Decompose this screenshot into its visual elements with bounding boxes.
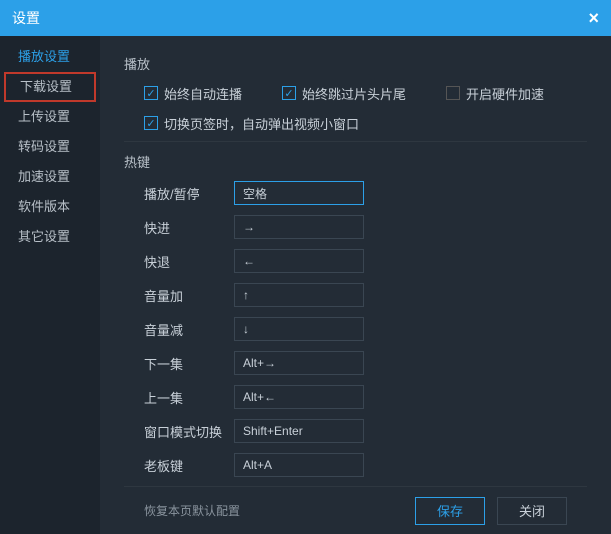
checkbox-icon: ✓	[144, 86, 158, 100]
close-button[interactable]: 关闭	[497, 497, 567, 525]
hotkey-input-next[interactable]	[234, 351, 364, 375]
playback-checks: ✓ 始终自动连播 ✓ 始终跳过片头片尾 开启硬件加速 ✓ 切换页签时，自动弹出视…	[124, 81, 587, 135]
hotkey-label: 上一集	[144, 388, 234, 407]
restore-defaults-link[interactable]: 恢复本页默认配置	[144, 502, 240, 519]
hotkey-label: 窗口模式切换	[144, 422, 234, 441]
section-title-playback: 播放	[124, 54, 587, 73]
check-label: 始终自动连播	[164, 84, 242, 103]
hotkey-input-boss[interactable]	[234, 453, 364, 477]
main-panel: 播放 ✓ 始终自动连播 ✓ 始终跳过片头片尾 开启硬件加速	[100, 36, 611, 534]
hotkey-row-prev: 上一集	[144, 383, 587, 411]
sidebar-item-download[interactable]: 下载设置	[4, 72, 96, 102]
hotkey-input-window-mode[interactable]	[234, 419, 364, 443]
check-label: 始终跳过片头片尾	[302, 84, 406, 103]
checkbox-icon: ✓	[282, 86, 296, 100]
window-body: 播放设置 下载设置 上传设置 转码设置 加速设置 软件版本 其它设置 播放 ✓ …	[0, 36, 611, 534]
sidebar: 播放设置 下载设置 上传设置 转码设置 加速设置 软件版本 其它设置	[0, 36, 100, 534]
divider	[124, 141, 587, 142]
check-skip-intro[interactable]: ✓ 始终跳过片头片尾	[282, 81, 406, 105]
content: 播放 ✓ 始终自动连播 ✓ 始终跳过片头片尾 开启硬件加速	[124, 54, 587, 486]
titlebar: 设置 ×	[0, 0, 611, 36]
hotkey-input-vol-down[interactable]	[234, 317, 364, 341]
hotkey-input-play-pause[interactable]	[234, 181, 364, 205]
hotkey-input-back[interactable]	[234, 249, 364, 273]
hotkey-label: 快退	[144, 252, 234, 271]
check-label: 切换页签时，自动弹出视频小窗口	[164, 114, 359, 133]
hotkey-row-vol-down: 音量减	[144, 315, 587, 343]
footer-buttons: 保存 关闭	[415, 497, 567, 525]
hotkey-row-window-mode: 窗口模式切换	[144, 417, 587, 445]
hotkey-row-back: 快退	[144, 247, 587, 275]
sidebar-item-other[interactable]: 其它设置	[0, 222, 100, 252]
window-title: 设置	[12, 8, 40, 28]
settings-window: 设置 × 播放设置 下载设置 上传设置 转码设置 加速设置 软件版本 其它设置 …	[0, 0, 611, 534]
save-button[interactable]: 保存	[415, 497, 485, 525]
hotkey-label: 播放/暂停	[144, 184, 234, 203]
check-pip[interactable]: ✓ 切换页签时，自动弹出视频小窗口	[144, 111, 359, 135]
check-auto-continue[interactable]: ✓ 始终自动连播	[144, 81, 242, 105]
hotkey-label: 快进	[144, 218, 234, 237]
sidebar-item-accel[interactable]: 加速设置	[0, 162, 100, 192]
hotkey-label: 音量减	[144, 320, 234, 339]
sidebar-item-transcode[interactable]: 转码设置	[0, 132, 100, 162]
check-hw-accel[interactable]: 开启硬件加速	[446, 81, 544, 105]
sidebar-item-playback[interactable]: 播放设置	[0, 42, 100, 72]
close-icon[interactable]: ×	[588, 8, 599, 29]
hotkey-label: 音量加	[144, 286, 234, 305]
check-label: 开启硬件加速	[466, 84, 544, 103]
sidebar-item-version[interactable]: 软件版本	[0, 192, 100, 222]
checkbox-icon	[446, 86, 460, 100]
hotkey-input-vol-up[interactable]	[234, 283, 364, 307]
hotkey-input-prev[interactable]	[234, 385, 364, 409]
sidebar-item-upload[interactable]: 上传设置	[0, 102, 100, 132]
checkbox-icon: ✓	[144, 116, 158, 130]
hotkey-input-forward[interactable]	[234, 215, 364, 239]
section-title-hotkeys: 热键	[124, 152, 587, 171]
hotkeys-list: 播放/暂停 快进 快退 音量加	[124, 179, 587, 479]
hotkey-label: 老板键	[144, 456, 234, 475]
hotkey-row-boss: 老板键	[144, 451, 587, 479]
footer: 恢复本页默认配置 保存 关闭	[124, 486, 587, 534]
hotkey-row-play-pause: 播放/暂停	[144, 179, 587, 207]
hotkey-row-forward: 快进	[144, 213, 587, 241]
hotkey-row-vol-up: 音量加	[144, 281, 587, 309]
hotkey-label: 下一集	[144, 354, 234, 373]
hotkey-row-next: 下一集	[144, 349, 587, 377]
